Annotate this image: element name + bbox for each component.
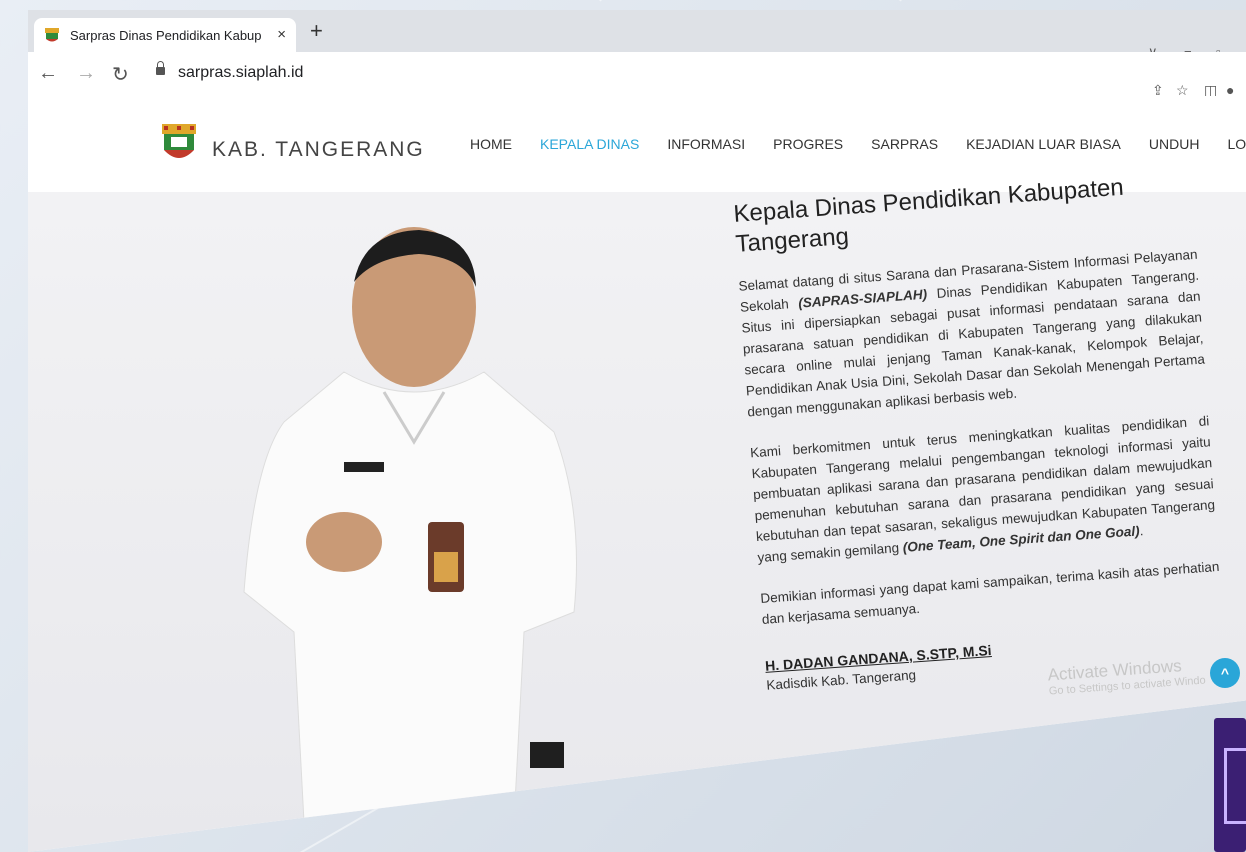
paragraph-3: Demikian informasi yang dapat kami sampa… <box>759 558 1220 627</box>
nav-kepala-dinas[interactable]: KEPALA DINAS <box>540 136 639 153</box>
lock-icon <box>156 61 165 75</box>
url-field[interactable]: sarpras.siaplah.id <box>178 64 303 82</box>
p1-text-end: Dinas Pendidikan Kabupaten Tangerang. Si… <box>740 267 1206 420</box>
site-brand[interactable]: KAB. TANGERANG <box>212 138 425 162</box>
p1-bold: (SAPRAS-SIAPLAH) <box>797 286 928 311</box>
address-bar: ← → ↻ sarpras.siaplah.id <box>28 52 1246 97</box>
scroll-to-top-button[interactable]: ^ <box>1210 658 1240 688</box>
back-arrow-icon[interactable]: ← <box>38 62 58 85</box>
reload-icon[interactable]: ↻ <box>112 62 129 87</box>
tab-bar: Sarpras Dinas Pendidikan Kabup × + ∨ − ▫ <box>28 10 1246 59</box>
kab-tangerang-logo[interactable] <box>158 122 200 166</box>
browser-tab[interactable]: Sarpras Dinas Pendidikan Kabup × <box>34 18 296 52</box>
forward-arrow-icon[interactable]: → <box>76 62 96 85</box>
nav-home[interactable]: HOME <box>470 136 512 153</box>
tab-close-icon[interactable]: × <box>277 26 286 43</box>
nav-unduh[interactable]: UNDUH <box>1149 136 1200 153</box>
corner-logo-graphic <box>1214 718 1246 852</box>
new-tab-button[interactable]: + <box>310 20 323 42</box>
text-column: Kepala Dinas Pendidikan Kabupaten Tanger… <box>732 160 1226 693</box>
nav-kejadian-luar-biasa[interactable]: KEJADIAN LUAR BIASA <box>966 136 1121 153</box>
kepala-dinas-photo <box>243 227 577 822</box>
nav-sarpras[interactable]: SARPRAS <box>871 136 938 153</box>
nav-login[interactable]: LOGIN ⌄ <box>1227 136 1246 153</box>
paragraph-2: Kami berkomitmen untuk terus meningkatka… <box>750 410 1218 568</box>
p2-text-end: . <box>1139 523 1144 539</box>
tab-title: Sarpras Dinas Pendidikan Kabup <box>70 27 262 43</box>
nav-informasi[interactable]: INFORMASI <box>667 136 745 153</box>
nav-progres[interactable]: PROGRES <box>773 136 843 153</box>
paragraph-1: Selamat datang di situs Sarana dan Prasa… <box>738 244 1207 423</box>
main-nav: HOME KEPALA DINAS INFORMASI PROGRES SARP… <box>470 136 1246 153</box>
favicon-icon <box>45 28 59 42</box>
